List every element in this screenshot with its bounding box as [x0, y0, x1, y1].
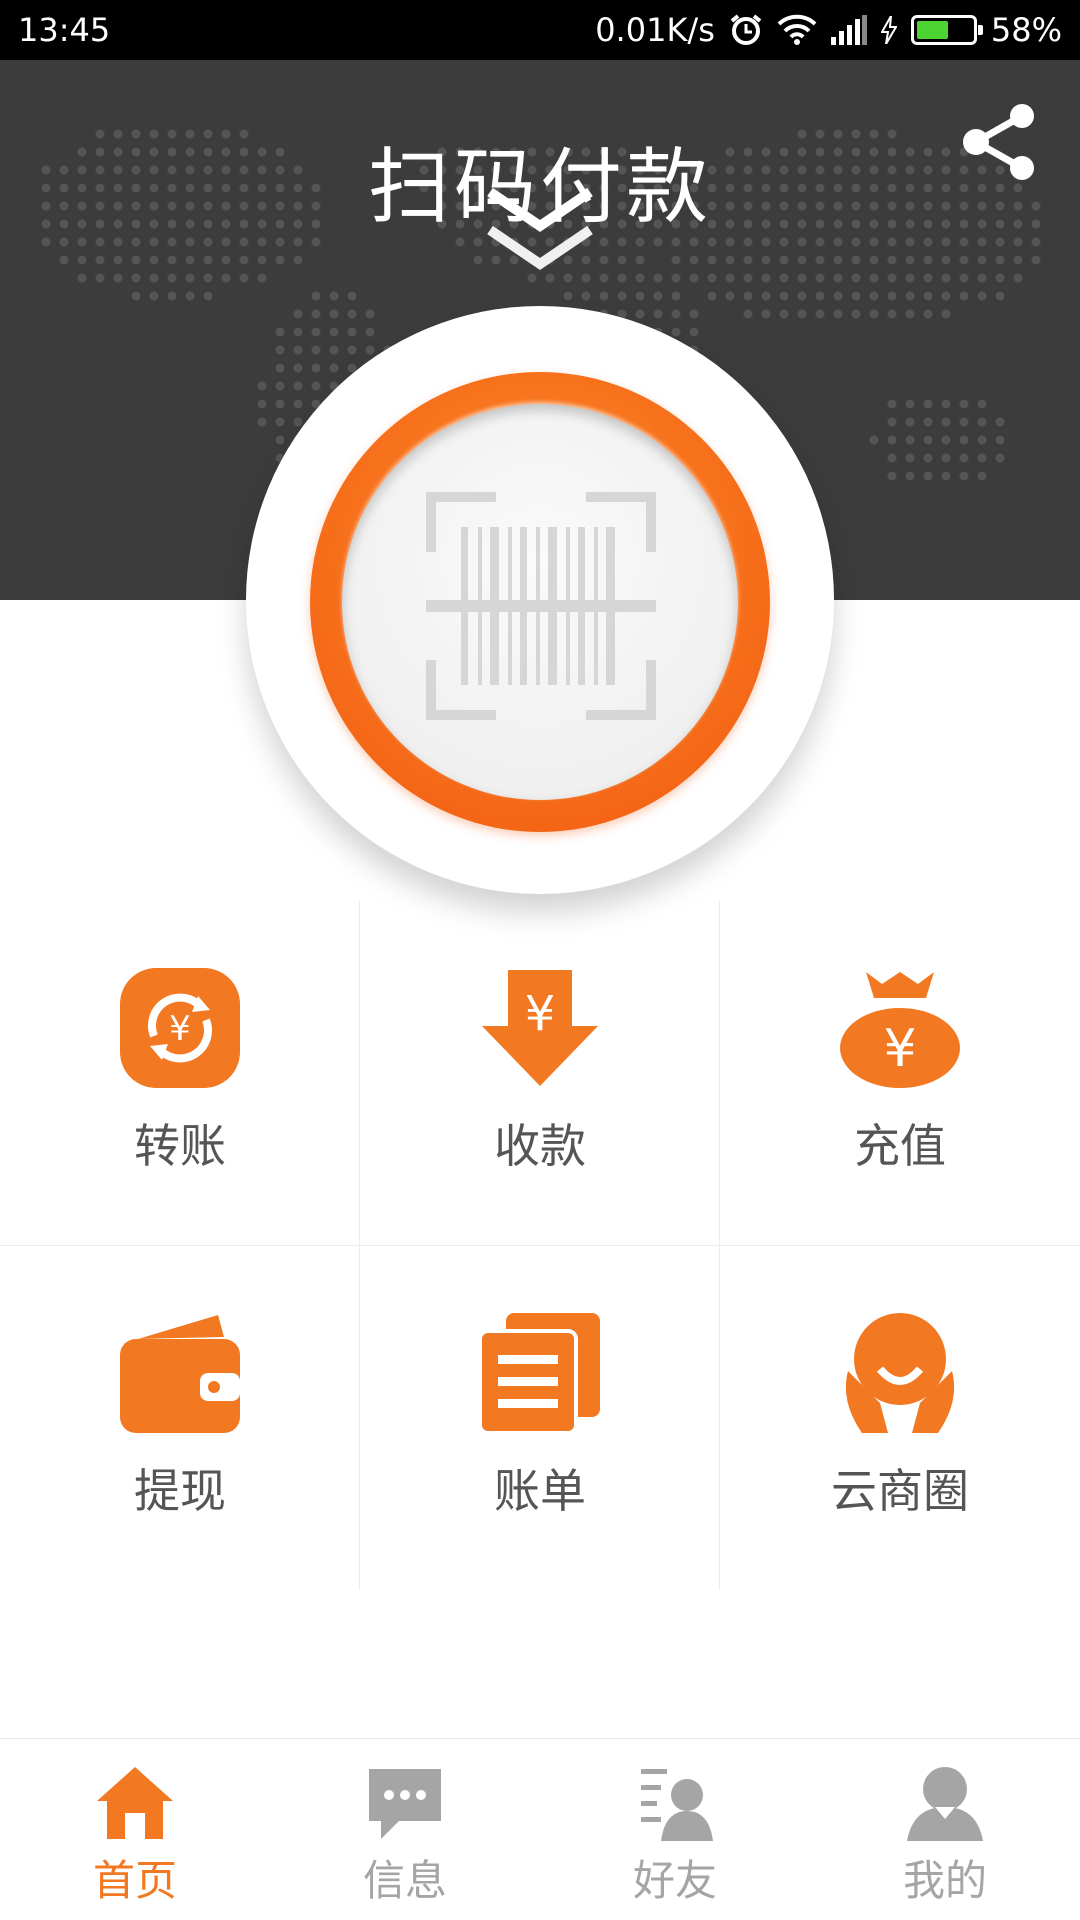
tab-home[interactable]: 首页	[0, 1763, 270, 1908]
svg-text:¥: ¥	[169, 1009, 191, 1049]
status-time: 13:45	[18, 11, 111, 49]
receive-arrow-icon: ¥	[482, 970, 598, 1086]
tab-label: 信息	[362, 1856, 447, 1905]
action-label: 转账	[134, 1119, 226, 1173]
bill-icon	[478, 1313, 600, 1435]
share-icon[interactable]	[960, 102, 1040, 182]
money-bag-icon: ¥	[840, 972, 960, 1088]
wallet-icon	[120, 1315, 240, 1433]
bottom-tab-bar: 首页 信息 好友 我的	[0, 1738, 1080, 1920]
action-label: 账单	[494, 1464, 586, 1518]
tab-mine[interactable]: 我的	[810, 1763, 1080, 1908]
action-grid: ¥ 转账 ¥ 收款 ¥ 充值 提现 账单 云商圈	[0, 900, 1080, 1590]
friends-icon	[641, 1769, 713, 1841]
svg-text:¥: ¥	[525, 986, 556, 1042]
action-label: 提现	[134, 1464, 226, 1518]
action-label: 收款	[494, 1119, 586, 1173]
profile-icon	[907, 1767, 983, 1841]
double-chevron-down-icon	[487, 187, 593, 271]
action-label: 充值	[854, 1119, 946, 1173]
transfer-yen-icon: ¥	[120, 968, 240, 1088]
smile-person-icon	[845, 1313, 955, 1433]
tab-friends[interactable]: 好友	[540, 1763, 810, 1908]
action-receive[interactable]: ¥ 收款	[360, 900, 720, 1245]
wifi-icon	[777, 14, 817, 45]
svg-text:¥: ¥	[883, 1019, 916, 1079]
action-label: 云商圈	[831, 1464, 969, 1518]
charging-icon	[880, 16, 897, 44]
battery-percent: 58%	[990, 11, 1062, 49]
alarm-icon	[730, 14, 762, 45]
action-recharge[interactable]: ¥ 充值	[720, 900, 1080, 1245]
action-bill[interactable]: 账单	[360, 1245, 720, 1590]
action-cloud-circle[interactable]: 云商圈	[720, 1245, 1080, 1590]
tab-label: 我的	[902, 1856, 987, 1905]
tab-label: 好友	[632, 1856, 717, 1905]
tab-label: 首页	[92, 1856, 177, 1905]
status-bar: 13:45 0.01K/s 58%	[0, 0, 1080, 60]
action-withdraw[interactable]: 提现	[0, 1245, 360, 1590]
net-speed: 0.01K/s	[595, 11, 715, 49]
message-icon	[369, 1769, 441, 1839]
action-transfer[interactable]: ¥ 转账	[0, 900, 360, 1245]
signal-icon	[830, 15, 867, 45]
tab-messages[interactable]: 信息	[270, 1763, 540, 1908]
barcode-scan-icon	[426, 492, 656, 720]
battery-icon	[910, 15, 983, 45]
home-icon	[97, 1767, 173, 1839]
